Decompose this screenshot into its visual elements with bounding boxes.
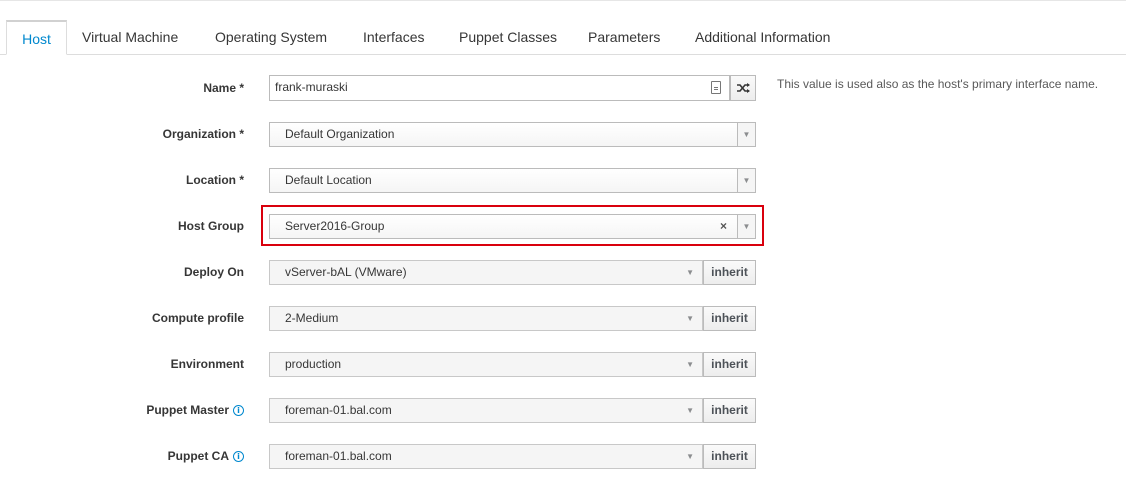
host-group-label: Host Group bbox=[178, 219, 244, 233]
environment-label-text: Environment bbox=[170, 357, 244, 371]
compute-profile-label-text: Compute profile bbox=[152, 311, 244, 325]
chevron-down-icon[interactable]: ▼ bbox=[686, 307, 694, 330]
tab-interfaces[interactable]: Interfaces bbox=[363, 20, 424, 55]
deploy-on-label: Deploy On bbox=[184, 265, 244, 279]
tab-virtual-machine[interactable]: Virtual Machine bbox=[82, 20, 178, 55]
puppet-ca-label: Puppet CA i bbox=[168, 449, 244, 463]
shuffle-icon bbox=[737, 83, 750, 93]
info-icon[interactable]: i bbox=[233, 450, 244, 462]
organization-value: Default Organization bbox=[285, 127, 395, 141]
name-input[interactable]: frank-muraski bbox=[269, 75, 730, 101]
compute-profile-value: 2-Medium bbox=[285, 311, 339, 325]
clear-icon[interactable]: × bbox=[720, 215, 727, 238]
name-help-text: This value is used also as the host's pr… bbox=[777, 77, 1099, 91]
puppet-master-label-text: Puppet Master bbox=[146, 403, 229, 417]
deploy-on-label-text: Deploy On bbox=[183, 265, 244, 279]
puppet-ca-select[interactable]: foreman-01.bal.com ▼ bbox=[269, 444, 703, 469]
randomize-name-button[interactable] bbox=[730, 75, 756, 101]
puppet-master-select[interactable]: foreman-01.bal.com ▼ bbox=[269, 398, 703, 423]
environment-inherit-button[interactable]: inherit bbox=[703, 352, 756, 377]
chevron-down-icon[interactable]: ▼ bbox=[686, 445, 694, 468]
environment-label: Environment bbox=[171, 357, 244, 371]
puppet-master-label: Puppet Master i bbox=[146, 403, 244, 417]
chevron-down-icon[interactable]: ▼ bbox=[686, 399, 694, 422]
tab-puppet-classes[interactable]: Puppet Classes bbox=[459, 20, 557, 55]
environment-value: production bbox=[285, 357, 342, 371]
location-label-text: Location * bbox=[185, 173, 244, 187]
info-icon[interactable]: i bbox=[233, 404, 244, 416]
compute-profile-inherit-button[interactable]: inherit bbox=[703, 306, 756, 331]
chevron-down-icon[interactable]: ▼ bbox=[737, 169, 755, 192]
location-select[interactable]: Default Location ▼ bbox=[269, 168, 756, 193]
puppet-ca-inherit-button[interactable]: inherit bbox=[703, 444, 756, 469]
organization-label-text: Organization * bbox=[162, 127, 244, 141]
top-divider bbox=[0, 0, 1126, 1]
chevron-down-icon[interactable]: ▼ bbox=[686, 353, 694, 376]
compute-profile-select[interactable]: 2-Medium ▼ bbox=[269, 306, 703, 331]
chevron-down-icon[interactable]: ▼ bbox=[737, 215, 755, 238]
name-label-text: Name * bbox=[203, 81, 244, 95]
location-label: Location * bbox=[186, 173, 244, 187]
organization-label: Organization * bbox=[163, 127, 244, 141]
tab-host[interactable]: Host bbox=[6, 20, 67, 55]
deploy-on-value: vServer-bAL (VMware) bbox=[285, 265, 407, 279]
chevron-down-icon[interactable]: ▼ bbox=[737, 123, 755, 146]
puppet-ca-value: foreman-01.bal.com bbox=[285, 449, 392, 463]
puppet-master-value: foreman-01.bal.com bbox=[285, 403, 392, 417]
tab-additional-information[interactable]: Additional Information bbox=[695, 20, 830, 55]
host-group-select[interactable]: Server2016-Group × ▼ bbox=[269, 214, 756, 239]
deploy-on-inherit-button[interactable]: inherit bbox=[703, 260, 756, 285]
host-group-label-text: Host Group bbox=[178, 219, 244, 233]
puppet-master-inherit-button[interactable]: inherit bbox=[703, 398, 756, 423]
host-group-value: Server2016-Group bbox=[285, 219, 385, 233]
tab-bar: Host Virtual Machine Operating System In… bbox=[0, 20, 1126, 55]
tab-parameters[interactable]: Parameters bbox=[588, 20, 660, 55]
deploy-on-select[interactable]: vServer-bAL (VMware) ▼ bbox=[269, 260, 703, 285]
organization-select[interactable]: Default Organization ▼ bbox=[269, 122, 756, 147]
tab-operating-system[interactable]: Operating System bbox=[215, 20, 327, 55]
environment-select[interactable]: production ▼ bbox=[269, 352, 703, 377]
compute-profile-label: Compute profile bbox=[152, 311, 244, 325]
name-label: Name * bbox=[203, 81, 244, 95]
puppet-ca-label-text: Puppet CA bbox=[167, 449, 229, 463]
chevron-down-icon[interactable]: ▼ bbox=[686, 261, 694, 284]
copy-icon[interactable] bbox=[711, 81, 721, 94]
name-input-value: frank-muraski bbox=[275, 80, 348, 94]
location-value: Default Location bbox=[285, 173, 372, 187]
